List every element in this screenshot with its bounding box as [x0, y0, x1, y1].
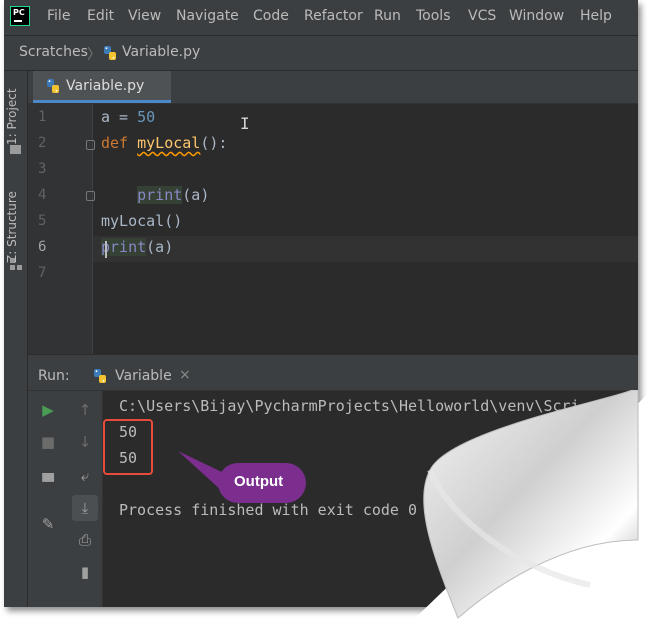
print-icon[interactable]: ⎙: [72, 527, 98, 553]
tab-structure[interactable]: Z: Structure: [5, 185, 27, 263]
line-gutter: 1 2 3 4 5 6 7: [28, 104, 95, 354]
python-file-icon: [47, 79, 59, 93]
output-callout: Output: [218, 463, 306, 503]
text-caret: [105, 241, 107, 258]
menu-file[interactable]: File: [47, 8, 70, 24]
python-file-icon: [94, 369, 106, 383]
run-icon[interactable]: ▶: [35, 397, 61, 423]
line-number: 4: [38, 187, 47, 203]
run-label: Run:: [38, 368, 70, 384]
code-line-6: print(a): [101, 238, 174, 256]
line-number: 3: [38, 161, 47, 177]
layout-icon[interactable]: ▀: [35, 469, 61, 495]
console-line-exit: Process finished with exit code 0: [119, 501, 418, 519]
line-number: 1: [38, 109, 47, 125]
structure-icon: [10, 258, 22, 270]
breadcrumb-file[interactable]: Variable.py: [122, 44, 200, 60]
line-number: 7: [38, 265, 47, 281]
scroll-up-icon[interactable]: ↑: [72, 397, 98, 423]
output-highlight-box: [103, 419, 153, 475]
run-toolbar: ▶ ↑ ■ ↓ ▀ ⤶ ⤓ ✎ ⎙ ▮: [28, 391, 103, 607]
code-line-5: myLocal(): [101, 212, 183, 230]
fold-marker-icon[interactable]: [86, 140, 95, 150]
breadcrumb-scratches[interactable]: Scratches: [19, 44, 88, 60]
menu-window[interactable]: Window: [509, 8, 564, 24]
code-line-2: def myLocal():: [101, 134, 228, 152]
editor-tab-variable[interactable]: Variable.py: [33, 71, 171, 103]
fold-marker-icon[interactable]: [86, 191, 95, 201]
pin-icon[interactable]: ✎: [35, 511, 61, 537]
menu-view[interactable]: View: [128, 8, 161, 24]
menu-edit[interactable]: Edit: [87, 8, 114, 24]
close-icon[interactable]: ×: [179, 367, 191, 383]
mouse-text-cursor-icon: I: [240, 114, 250, 133]
menu-tools[interactable]: Tools: [416, 8, 451, 24]
folder-icon: [10, 145, 21, 154]
menu-run[interactable]: Run: [374, 8, 401, 24]
menu-code[interactable]: Code: [253, 8, 289, 24]
run-panel-header: Run: Variable ×: [28, 362, 638, 391]
menu-vcs[interactable]: VCS: [468, 8, 496, 24]
line-number: 2: [38, 135, 47, 151]
menu-navigate[interactable]: Navigate: [176, 8, 239, 24]
editor-tab-label: Variable.py: [66, 78, 145, 94]
trash-icon[interactable]: ▮: [72, 559, 98, 585]
scroll-to-end-icon[interactable]: ⤓: [72, 495, 98, 521]
page-curl-decoration: [410, 390, 652, 623]
python-file-icon: [104, 46, 116, 60]
soft-wrap-icon[interactable]: ⤶: [72, 463, 98, 489]
scroll-down-icon[interactable]: ↓: [72, 429, 98, 455]
menu-refactor[interactable]: Refactor: [304, 8, 363, 24]
run-tab-variable[interactable]: Variable: [115, 368, 172, 384]
callout-label: Output: [234, 473, 284, 490]
menu-help[interactable]: Help: [580, 8, 612, 24]
line-number: 5: [38, 213, 47, 229]
pycharm-logo-icon: PC: [10, 6, 30, 26]
tool-window-strip: 1: Project Z: Structure: [4, 71, 28, 607]
current-line-highlight: [93, 236, 638, 262]
tab-project[interactable]: 1: Project: [5, 83, 27, 145]
line-number-current: 6: [38, 239, 47, 255]
breadcrumb: Scratches 〉 Variable.py: [4, 35, 638, 71]
menu-bar: PC File Edit View Navigate Code Refactor…: [4, 0, 638, 34]
stop-icon[interactable]: ■: [35, 429, 61, 455]
code-editor[interactable]: 1 2 3 4 5 6 7 a = 50 def myLocal(): prin…: [28, 104, 638, 354]
code-line-1: a = 50: [101, 108, 156, 126]
code-line-4: print(a): [137, 186, 210, 204]
editor-tabbar: Variable.py: [28, 71, 638, 104]
breadcrumb-separator: 〉: [87, 47, 101, 63]
